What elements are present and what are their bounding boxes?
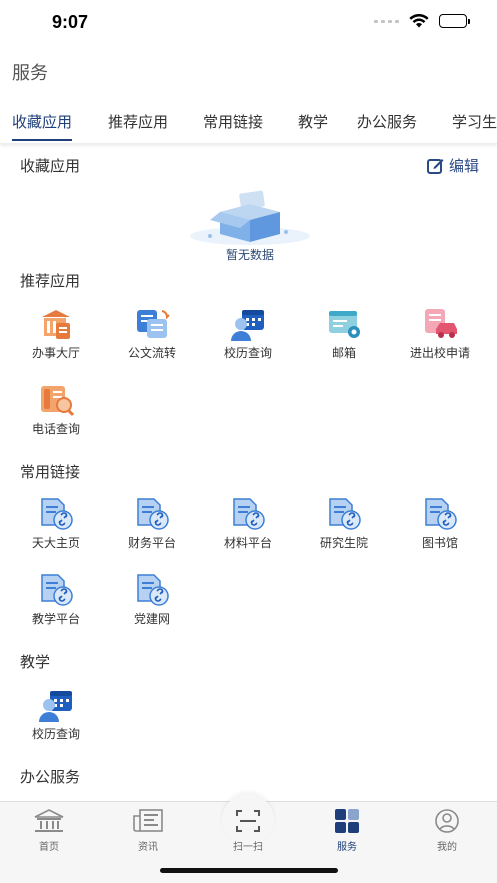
wifi-icon [409, 14, 429, 28]
edit-button[interactable]: 编辑 [426, 155, 479, 176]
link-tju-home[interactable]: 天大主页 [11, 497, 101, 551]
tab-office[interactable]: 办公服务 [357, 111, 417, 132]
app-label: 材料平台 [223, 536, 272, 550]
empty-state: 暂无数据 [180, 186, 320, 266]
section-title-teaching: 教学 [20, 653, 51, 671]
category-tabs: 收藏应用 推荐应用 常用链接 教学 办公服务 学习生 [0, 104, 497, 144]
nav-label: 资讯 [138, 842, 158, 853]
link-doc-icon [41, 498, 73, 530]
tab-links[interactable]: 常用链接 [203, 111, 263, 132]
nav-scan[interactable]: 扫一扫 [218, 808, 278, 853]
cellular-signal-icon [374, 19, 399, 23]
status-icons [374, 14, 470, 28]
nav-label: 服务 [337, 842, 357, 853]
profile-icon [435, 809, 459, 833]
link-finance-platform[interactable]: 财务平台 [107, 497, 197, 551]
nav-label: 扫一扫 [233, 842, 263, 853]
home-icon [34, 809, 64, 832]
news-icon [133, 809, 163, 832]
empty-box-icon [190, 190, 310, 245]
link-party-building[interactable]: 党建网 [107, 573, 197, 627]
link-doc-icon [329, 498, 361, 530]
app-mailbox[interactable]: 邮箱 [299, 307, 389, 361]
service-hall-icon [42, 310, 70, 339]
document-flow-icon [137, 310, 170, 338]
app-label: 公文流转 [127, 346, 176, 360]
nav-services[interactable]: 服务 [317, 808, 377, 853]
calendar-query-icon [39, 691, 72, 722]
app-label: 研究生院 [319, 536, 368, 550]
phone-query-icon [41, 386, 74, 417]
scan-icon [236, 810, 260, 832]
app-label: 财务平台 [127, 536, 176, 550]
link-doc-icon [233, 498, 265, 530]
page-title: 服务 [12, 63, 48, 84]
app-teaching-calendar-query[interactable]: 校历查询 [11, 688, 101, 742]
section-title-recommended: 推荐应用 [20, 272, 81, 290]
app-label: 邮箱 [331, 346, 356, 360]
nav-profile[interactable]: 我的 [417, 808, 477, 853]
mailbox-icon [329, 311, 360, 338]
app-label: 校历查询 [31, 727, 80, 741]
app-label: 图书馆 [421, 536, 458, 550]
nav-label: 我的 [437, 842, 457, 853]
link-teaching-platform[interactable]: 教学平台 [11, 573, 101, 627]
tab-recommended[interactable]: 推荐应用 [108, 111, 168, 132]
edit-icon [426, 159, 444, 174]
section-title-office: 办公服务 [20, 768, 81, 786]
tab-study[interactable]: 学习生 [452, 111, 497, 132]
link-doc-icon [425, 498, 457, 530]
link-doc-icon [137, 498, 169, 530]
services-grid-icon [335, 809, 359, 833]
link-doc-icon [137, 574, 169, 606]
section-title-favorites: 收藏应用 [20, 157, 81, 175]
link-library[interactable]: 图书馆 [395, 497, 485, 551]
app-phone-query[interactable]: 电话查询 [11, 383, 101, 437]
nav-label: 首页 [39, 842, 59, 853]
edit-label: 编辑 [448, 157, 479, 175]
section-title-links: 常用链接 [20, 463, 81, 481]
tab-favorites[interactable]: 收藏应用 [12, 111, 73, 141]
app-label: 办事大厅 [31, 346, 80, 360]
app-label: 电话查询 [31, 422, 80, 436]
app-label: 校历查询 [223, 346, 272, 360]
battery-icon [439, 14, 470, 28]
app-document-flow[interactable]: 公文流转 [107, 307, 197, 361]
link-doc-icon [41, 574, 73, 606]
status-time: 9:07 [52, 12, 89, 32]
app-label: 教学平台 [31, 612, 80, 626]
nav-news[interactable]: 资讯 [118, 808, 178, 853]
calendar-query-icon [231, 310, 264, 341]
nav-home[interactable]: 首页 [19, 808, 79, 853]
app-label: 天大主页 [31, 536, 80, 550]
app-label: 进出校申请 [409, 346, 470, 360]
campus-access-icon [425, 309, 457, 338]
empty-text: 暂无数据 [225, 248, 274, 262]
app-service-hall[interactable]: 办事大厅 [11, 307, 101, 361]
status-bar: 9:07 [0, 0, 497, 46]
tab-teaching[interactable]: 教学 [298, 111, 328, 132]
app-calendar-query[interactable]: 校历查询 [203, 307, 293, 361]
link-materials-platform[interactable]: 材料平台 [203, 497, 293, 551]
home-indicator [160, 868, 338, 873]
link-graduate-school[interactable]: 研究生院 [299, 497, 389, 551]
app-campus-access[interactable]: 进出校申请 [395, 307, 485, 361]
app-label: 党建网 [133, 612, 170, 626]
